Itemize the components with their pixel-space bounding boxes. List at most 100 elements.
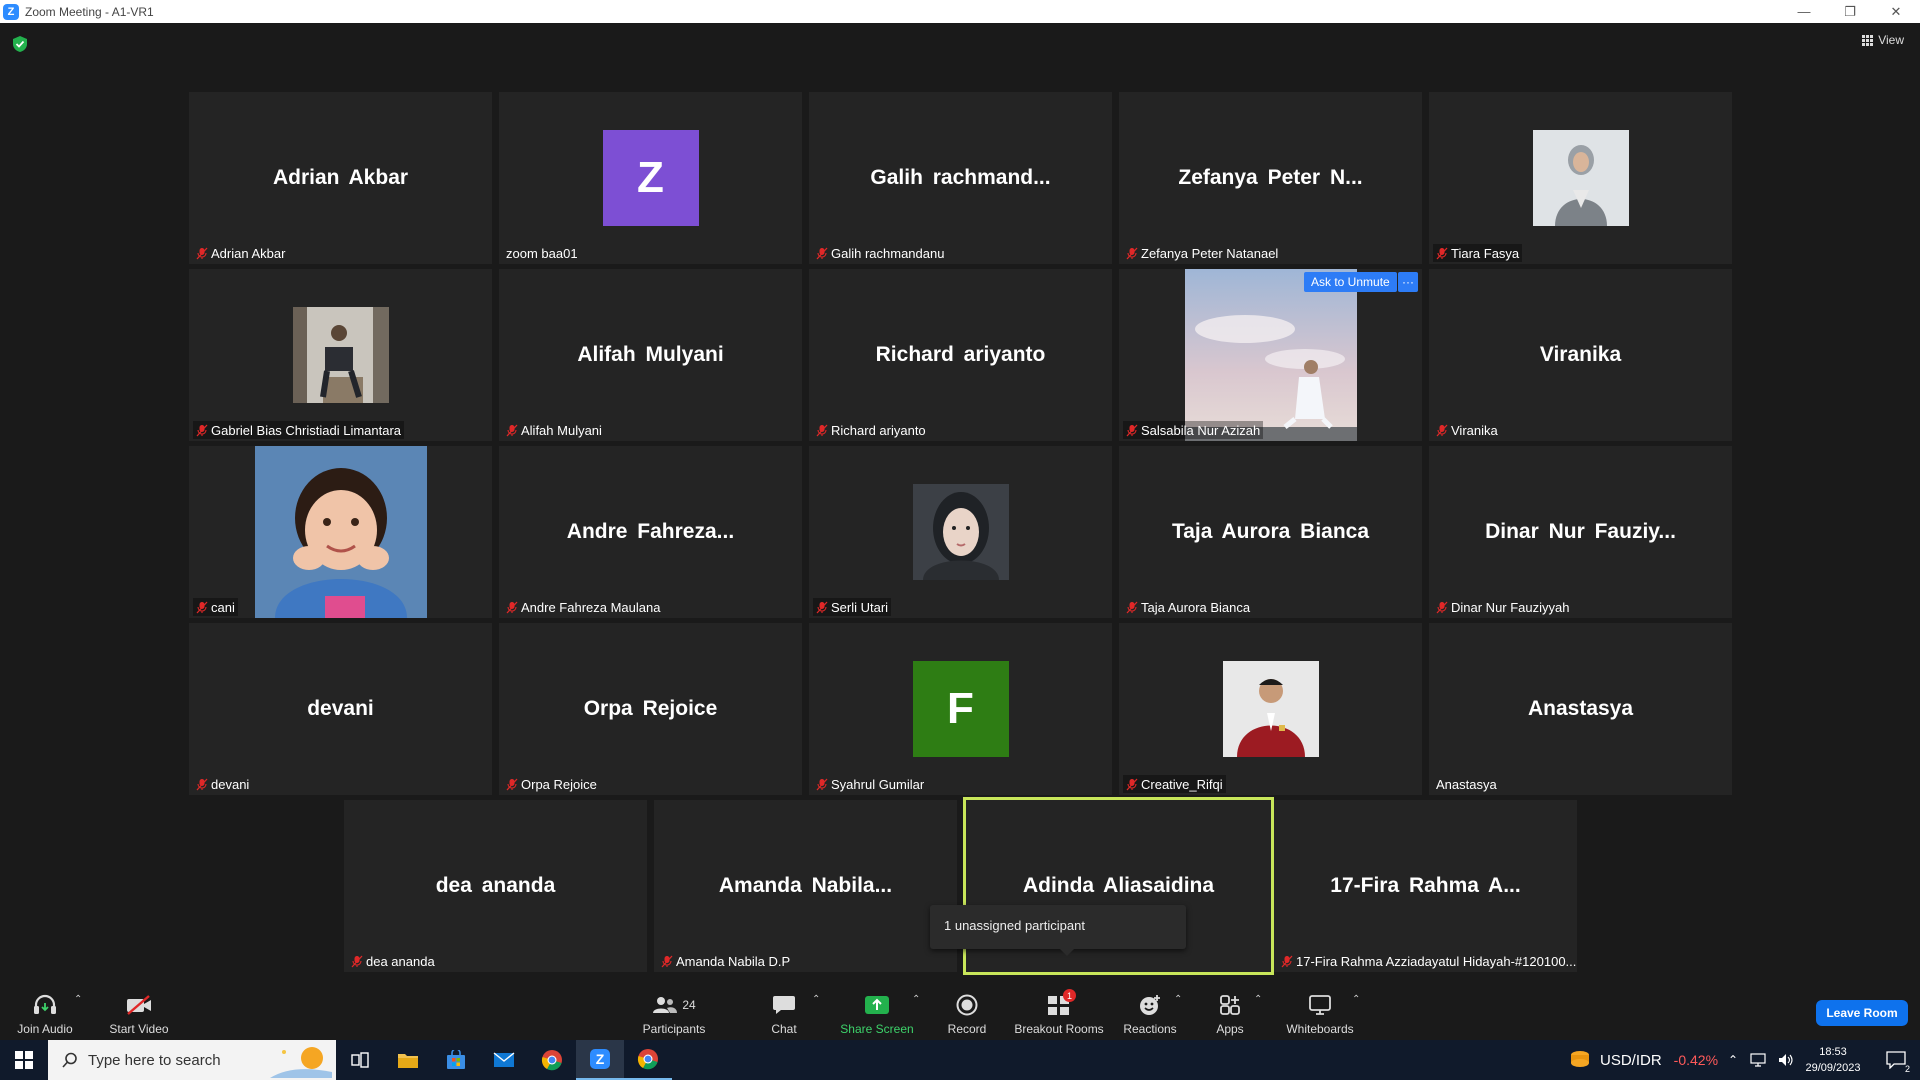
participant-tile[interactable]: Dinar Nur Fauziy... Dinar Nur Fauziyyah	[1429, 446, 1732, 618]
participant-tile[interactable]: Orpa Rejoice Orpa Rejoice	[499, 623, 802, 795]
close-button[interactable]: ✕	[1873, 0, 1919, 23]
audio-caret-icon[interactable]: ⌃	[74, 994, 82, 1005]
whiteboards-caret-icon[interactable]: ⌃	[1352, 994, 1360, 1005]
mic-muted-icon	[816, 778, 828, 790]
title-bar: Z Zoom Meeting - A1-VR1 — ❐ ✕	[0, 0, 1920, 23]
participant-name: Viranika	[1451, 422, 1498, 438]
participant-name: Zefanya Peter Natanael	[1141, 245, 1279, 261]
reactions-caret-icon[interactable]: ⌃	[1174, 994, 1182, 1005]
participant-name-tag: Salsabila Nur Azizah	[1123, 421, 1264, 439]
windows-start-icon[interactable]	[0, 1040, 48, 1080]
participant-display-name: Richard ariyanto	[875, 343, 1046, 366]
participant-name: Andre Fahreza Maulana	[521, 599, 661, 615]
participant-name: dea ananda	[366, 953, 435, 969]
participant-tile[interactable]: Zzoom baa01	[499, 92, 802, 264]
notifications-icon[interactable]: 2	[1872, 1040, 1920, 1080]
chat-caret-icon[interactable]: ⌃	[812, 994, 820, 1005]
participant-tile[interactable]: Andre Fahreza... Andre Fahreza Maulana	[499, 446, 802, 618]
chrome-app-icon[interactable]	[624, 1040, 672, 1080]
breakout-rooms-label: Breakout Rooms	[1014, 1022, 1104, 1036]
apps-caret-icon[interactable]: ⌃	[1254, 994, 1262, 1005]
search-placeholder: Type here to search	[88, 1051, 221, 1069]
record-button[interactable]: Record	[946, 986, 988, 1036]
mail-icon[interactable]	[480, 1040, 528, 1080]
participant-display-name: Adinda Aliasaidina	[1022, 874, 1215, 897]
breakout-badge: 1	[1063, 989, 1076, 1002]
participant-tile[interactable]: Gabriel Bias Christiadi Limantara	[189, 269, 492, 441]
participant-tile[interactable]: Viranika Viranika	[1429, 269, 1732, 441]
participant-tile[interactable]: Salsabila Nur Azizah	[1119, 269, 1422, 441]
participant-name-tag: dea ananda	[348, 952, 438, 970]
apps-button[interactable]: Apps	[1210, 986, 1250, 1036]
coins-icon	[1571, 1051, 1589, 1067]
participant-tile[interactable]: F Syahrul Gumilar	[809, 623, 1112, 795]
tray-chevron-icon[interactable]: ⌃	[1728, 1053, 1738, 1067]
participant-display-name: devani	[307, 697, 374, 720]
minimize-button[interactable]: —	[1781, 0, 1827, 23]
restore-button[interactable]: ❐	[1827, 0, 1873, 23]
grid-view-icon	[1862, 34, 1874, 46]
view-button[interactable]: View	[1862, 33, 1904, 47]
participant-photo	[1184, 269, 1357, 441]
participants-button[interactable]: 24 Participants	[636, 986, 712, 1036]
zoom-taskbar-icon[interactable]: Z	[576, 1040, 624, 1080]
participant-tile[interactable]: dea ananda dea ananda	[344, 800, 647, 972]
whiteboards-button[interactable]: Whiteboards	[1284, 986, 1356, 1036]
ask-to-unmute-button[interactable]: Ask to Unmute	[1304, 272, 1397, 292]
participant-tile[interactable]: Galih rachmand... Galih rachmandanu	[809, 92, 1112, 264]
participant-display-name: Viranika	[1539, 343, 1622, 366]
mic-muted-icon	[1126, 601, 1138, 613]
taskbar-clock[interactable]: 18:53 29/09/2023	[1800, 1044, 1866, 1076]
participant-tile[interactable]: 17-Fira Rahma A... 17-Fira Rahma Azziaday…	[1274, 800, 1577, 972]
participant-name: zoom baa01	[506, 245, 578, 261]
participant-tile[interactable]: Adrian Akbar Adrian Akbar	[189, 92, 492, 264]
network-icon[interactable]	[1750, 1053, 1766, 1067]
participant-tile[interactable]: Anastasya Anastasya	[1429, 623, 1732, 795]
clock-date: 29/09/2023	[1805, 1062, 1861, 1074]
participant-tile[interactable]: Serli Utari	[809, 446, 1112, 618]
participant-tile[interactable]: cani	[189, 446, 492, 618]
participants-label: Participants	[642, 1022, 706, 1036]
join-audio-button[interactable]: Join Audio	[14, 986, 76, 1036]
participant-name: Gabriel Bias Christiadi Limantara	[211, 422, 402, 438]
participant-name: Orpa Rejoice	[521, 776, 597, 792]
leave-room-button[interactable]: Leave Room	[1816, 1000, 1908, 1026]
mic-muted-icon	[196, 778, 208, 790]
share-screen-button[interactable]: Share Screen	[840, 986, 914, 1036]
participant-tile[interactable]: Richard ariyanto Richard ariyanto	[809, 269, 1112, 441]
share-caret-icon[interactable]: ⌃	[912, 994, 920, 1005]
breakout-rooms-button[interactable]: 1 Breakout Rooms	[1014, 986, 1104, 1036]
participant-name-tag: Richard ariyanto	[813, 421, 929, 439]
mic-muted-icon	[506, 778, 518, 790]
participant-name-tag: devani	[193, 775, 252, 793]
participant-tile[interactable]: Tiara Fasya	[1429, 92, 1732, 264]
participant-tile[interactable]: Taja Aurora Bianca Taja Aurora Bianca	[1119, 446, 1422, 618]
mic-muted-icon	[1436, 601, 1448, 613]
taskbar-search[interactable]: Type here to search	[48, 1040, 336, 1080]
participant-tile[interactable]: Amanda Nabila... Amanda Nabila D.P	[654, 800, 957, 972]
ticker-widget[interactable]: USD/IDR -0.42%	[1568, 1040, 1718, 1080]
file-explorer-icon[interactable]	[384, 1040, 432, 1080]
participant-tile[interactable]: Zefanya Peter N... Zefanya Peter Natanael	[1119, 92, 1422, 264]
security-shield-icon[interactable]	[12, 35, 28, 53]
breakout-rooms-icon: 1	[1044, 989, 1076, 1018]
zoom-logo-icon: Z	[3, 3, 19, 20]
participant-name-tag: Taja Aurora Bianca	[1123, 598, 1253, 616]
reactions-button[interactable]: Reactions	[1122, 986, 1178, 1036]
participant-name-tag: Gabriel Bias Christiadi Limantara	[193, 421, 405, 439]
participant-name-tag: zoom baa01	[503, 244, 581, 262]
start-video-button[interactable]: Start Video	[104, 986, 174, 1036]
task-view-icon[interactable]	[336, 1040, 384, 1080]
participant-tile[interactable]: Alifah Mulyani Alifah Mulyani	[499, 269, 802, 441]
participant-name-tag: Syahrul Gumilar	[813, 775, 927, 793]
participant-name: Adrian Akbar	[211, 245, 286, 261]
participant-tile[interactable]: Creative_Rifqi	[1119, 623, 1422, 795]
ticker-label: USD/IDR	[1600, 1051, 1662, 1069]
volume-icon[interactable]	[1778, 1053, 1794, 1067]
mic-muted-icon	[196, 247, 208, 259]
chrome-icon[interactable]	[528, 1040, 576, 1080]
participant-tile[interactable]: devani devani	[189, 623, 492, 795]
chat-button[interactable]: Chat	[764, 986, 804, 1036]
microsoft-store-icon[interactable]	[432, 1040, 480, 1080]
more-options-button[interactable]: ···	[1398, 272, 1418, 292]
